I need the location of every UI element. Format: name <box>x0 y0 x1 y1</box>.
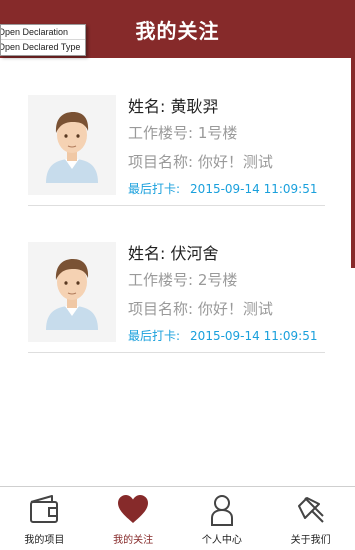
person-avatar-icon <box>46 112 98 183</box>
bottom-nav: 我的项目 我的关注 个人中心 关于我们 <box>0 486 355 550</box>
clock-label: 最后打卡: <box>128 329 181 343</box>
project-row: 项目名称: 你好！测试 <box>128 298 273 319</box>
name-row: 姓名: 黄耿羿 <box>128 93 219 117</box>
clock-time: 2015-09-14 11:09:51 <box>190 329 318 343</box>
heart-icon <box>118 495 149 523</box>
followed-person-card[interactable]: 姓名: 伏河舍 工作楼号: 2号楼 项目名称: 你好！测试 最后打卡: 2015-… <box>28 236 325 353</box>
nav-label: 关于我们 <box>290 535 331 546</box>
building-row: 工作楼号: 2号楼 <box>128 269 237 290</box>
pin-icon <box>297 497 324 523</box>
name-label: 姓名: <box>128 97 166 116</box>
person-name: 黄耿羿 <box>170 97 219 116</box>
building-value: 1号楼 <box>197 124 238 142</box>
clock-time: 2015-09-14 11:09:51 <box>190 182 318 196</box>
clock-row: 最后打卡: 2015-09-14 11:09:51 <box>128 327 318 344</box>
building-row: 工作楼号: 1号楼 <box>128 122 237 143</box>
nav-label: 个人中心 <box>201 535 242 546</box>
clock-label: 最后打卡: <box>128 182 181 196</box>
building-label: 工作楼号: <box>128 271 194 289</box>
building-value: 2号楼 <box>197 271 238 289</box>
nav-label: 我的项目 <box>24 535 65 546</box>
building-label: 工作楼号: <box>128 124 194 142</box>
clock-row: 最后打卡: 2015-09-14 11:09:51 <box>128 180 318 197</box>
project-value: 你好！测试 <box>197 300 273 318</box>
project-row: 项目名称: 你好！测试 <box>128 151 273 172</box>
scroll-edge <box>351 58 355 268</box>
wallet-icon <box>30 495 59 523</box>
project-label: 项目名称: <box>128 300 194 318</box>
page-title: 我的关注 <box>135 18 220 43</box>
nav-label: 我的关注 <box>113 535 154 546</box>
menu-item-open-declaration[interactable]: Open Declaration <box>1 25 85 40</box>
nav-my-projects[interactable]: 我的项目 <box>0 487 89 550</box>
nav-profile[interactable]: 个人中心 <box>178 487 267 550</box>
name-row: 姓名: 伏河舍 <box>128 240 219 264</box>
person-name: 伏河舍 <box>170 244 219 263</box>
avatar <box>28 242 116 342</box>
menu-item-open-declared-type[interactable]: Open Declared Type <box>1 40 85 55</box>
person-avatar-icon <box>46 259 98 330</box>
context-menu: Open Declaration Open Declared Type <box>0 24 86 56</box>
project-value: 你好！测试 <box>197 153 273 171</box>
nav-my-follows[interactable]: 我的关注 <box>89 487 178 550</box>
nav-about-us[interactable]: 关于我们 <box>266 487 355 550</box>
avatar <box>28 95 116 195</box>
followed-person-card[interactable]: 姓名: 黄耿羿 工作楼号: 1号楼 项目名称: 你好！测试 最后打卡: 2015-… <box>28 89 325 206</box>
project-label: 项目名称: <box>128 153 194 171</box>
name-label: 姓名: <box>128 244 166 263</box>
person-icon <box>210 495 233 526</box>
